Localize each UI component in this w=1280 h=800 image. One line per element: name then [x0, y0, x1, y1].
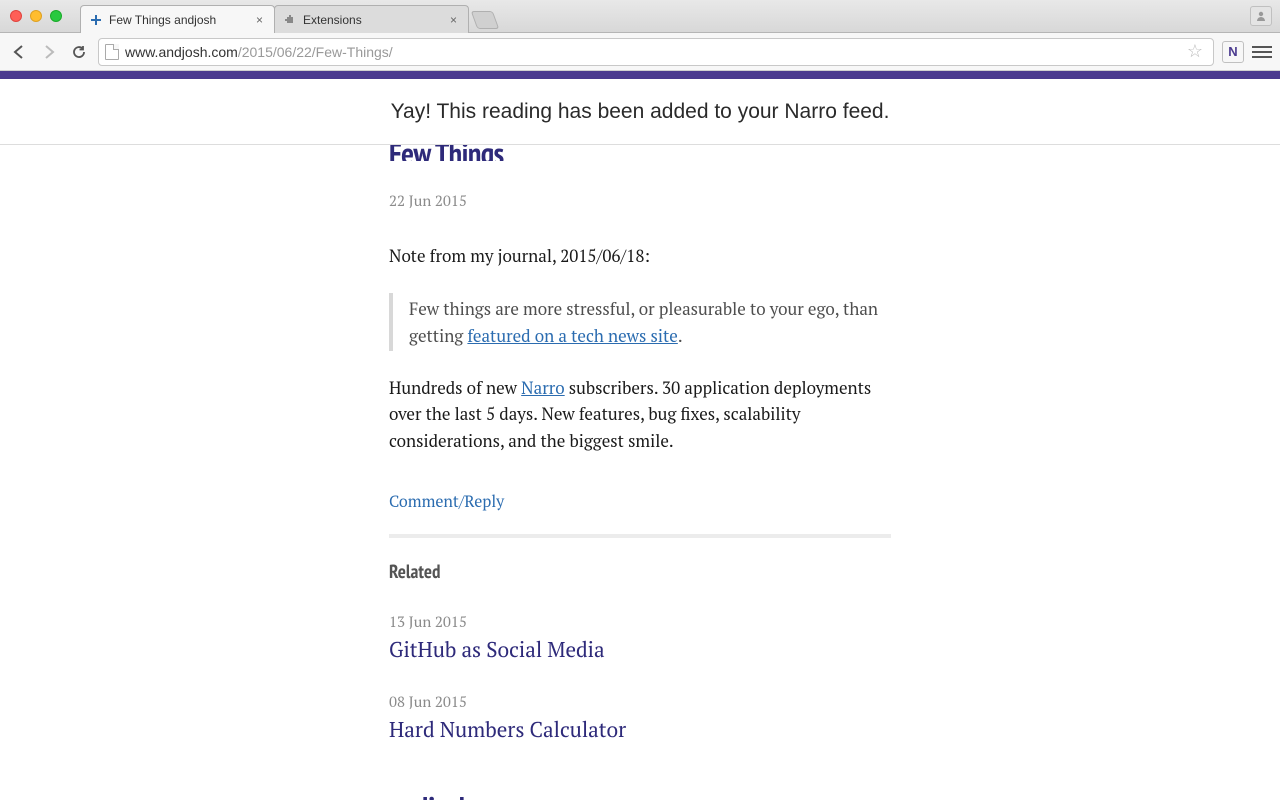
- page-favicon: [89, 13, 103, 27]
- notification-accent-bar: [0, 71, 1280, 79]
- related-heading: Related: [389, 560, 891, 584]
- tab-close-icon[interactable]: ×: [450, 15, 460, 25]
- tab-1[interactable]: Extensions ×: [274, 5, 469, 33]
- window-minimize-button[interactable]: [30, 10, 42, 22]
- related-item: 13 Jun 2015 GitHub as Social Media: [389, 612, 891, 664]
- forward-button[interactable]: [38, 41, 60, 63]
- tab-0[interactable]: Few Things andjosh ×: [80, 5, 275, 33]
- post-title: Few Things: [389, 145, 891, 161]
- extensions-favicon: [283, 13, 297, 27]
- tab-close-icon[interactable]: ×: [256, 15, 266, 25]
- tab-list: Few Things andjosh × Extensions ×: [80, 5, 496, 33]
- url-path: /2015/06/22/Few-Things/: [238, 44, 393, 60]
- body-pre: Hundreds of new: [389, 376, 521, 399]
- related-item: 08 Jun 2015 Hard Numbers Calculator: [389, 692, 891, 744]
- new-tab-button[interactable]: [471, 11, 500, 29]
- bookmark-star-icon[interactable]: ☆: [1187, 41, 1207, 62]
- tab-title: Extensions: [303, 13, 450, 27]
- page-viewport[interactable]: Few Things 22 Jun 2015 Note from my jour…: [0, 145, 1280, 800]
- window-zoom-button[interactable]: [50, 10, 62, 22]
- url-host: www.andjosh.com: [125, 44, 238, 60]
- window-controls: [10, 10, 62, 22]
- related-title-link[interactable]: Hard Numbers Calculator: [389, 716, 891, 744]
- notification-banner: Yay! This reading has been added to your…: [0, 79, 1280, 145]
- browser-tab-strip: Few Things andjosh × Extensions ×: [0, 0, 1280, 33]
- related-title-link[interactable]: GitHub as Social Media: [389, 636, 891, 664]
- section-divider: [389, 534, 891, 538]
- narro-extension-button[interactable]: N: [1222, 41, 1244, 63]
- tab-title: Few Things andjosh: [109, 13, 256, 27]
- post-note: Note from my journal, 2015/06/18:: [389, 243, 891, 269]
- site-title-link[interactable]: andjosh: [389, 788, 891, 800]
- profile-button[interactable]: [1250, 6, 1272, 26]
- browser-toolbar: www.andjosh.com/2015/06/22/Few-Things/ ☆…: [0, 33, 1280, 71]
- body-link[interactable]: Narro: [521, 376, 565, 399]
- page-icon: [105, 44, 119, 60]
- blockquote: Few things are more stressful, or pleasu…: [389, 293, 891, 351]
- related-date: 08 Jun 2015: [389, 692, 891, 712]
- address-bar[interactable]: www.andjosh.com/2015/06/22/Few-Things/ ☆: [98, 38, 1214, 66]
- quote-text-post: .: [678, 324, 683, 347]
- article-content: Few Things 22 Jun 2015 Note from my jour…: [389, 145, 891, 800]
- post-body: Hundreds of new Narro subscribers. 30 ap…: [389, 375, 891, 454]
- menu-button[interactable]: [1252, 44, 1272, 60]
- quote-link[interactable]: featured on a tech news site: [467, 324, 677, 347]
- back-button[interactable]: [8, 41, 30, 63]
- reload-button[interactable]: [68, 41, 90, 63]
- post-date: 22 Jun 2015: [389, 191, 891, 211]
- notification-text: Yay! This reading has been added to your…: [391, 100, 890, 124]
- window-close-button[interactable]: [10, 10, 22, 22]
- related-date: 13 Jun 2015: [389, 612, 891, 632]
- comment-reply-link[interactable]: Comment/Reply: [389, 490, 504, 512]
- comment-reply: Comment/Reply: [389, 490, 891, 512]
